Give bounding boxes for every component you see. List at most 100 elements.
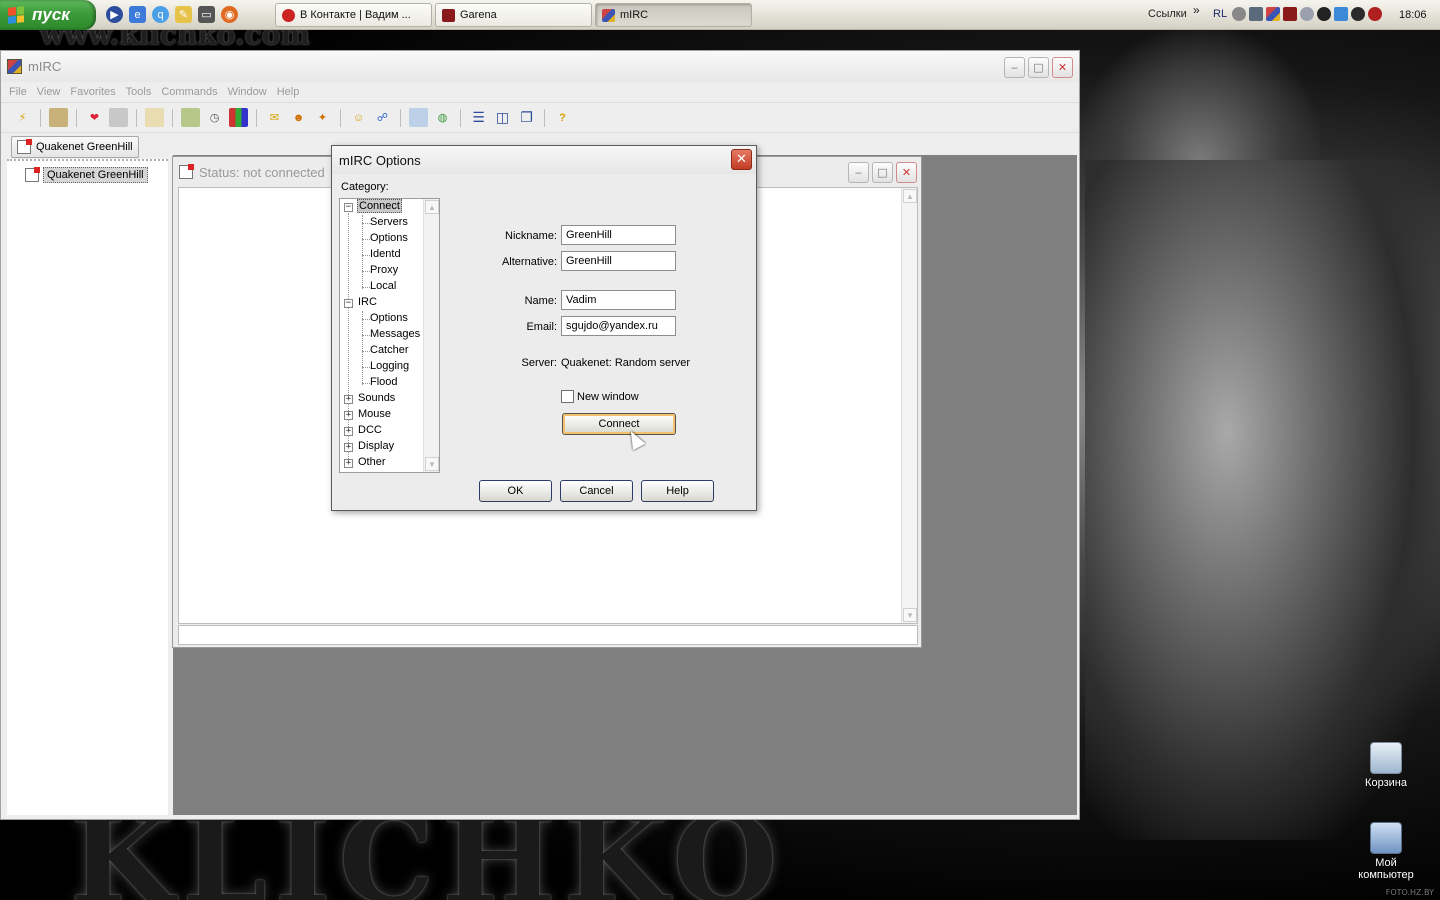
- tree-connect-servers[interactable]: Servers: [370, 216, 408, 228]
- help-button[interactable]: Help: [641, 480, 714, 502]
- tree-connect[interactable]: Connect: [357, 199, 402, 213]
- scroll-up-icon[interactable]: ▲: [425, 200, 439, 214]
- tree-irc-flood[interactable]: Flood: [370, 376, 398, 388]
- tree-sounds[interactable]: Sounds: [358, 392, 395, 404]
- new-window-checkbox-row[interactable]: New window: [561, 390, 639, 403]
- task-mirc[interactable]: mIRC: [595, 3, 752, 27]
- dialog-close-button[interactable]: ✕: [731, 149, 752, 170]
- collapse-icon[interactable]: −: [344, 203, 353, 212]
- expand-icon[interactable]: +: [344, 395, 353, 404]
- options-icon[interactable]: [49, 108, 68, 127]
- channels-list-icon[interactable]: [181, 108, 200, 127]
- treebar-item-status[interactable]: Quakenet GreenHill: [25, 167, 148, 183]
- tree-mouse[interactable]: Mouse: [358, 408, 391, 420]
- menu-favorites[interactable]: Favorites: [70, 86, 115, 98]
- tree-irc-catcher[interactable]: Catcher: [370, 344, 409, 356]
- tray-antivirus-icon[interactable]: [1317, 7, 1331, 21]
- switchbar-status-button[interactable]: Quakenet GreenHill: [11, 135, 139, 158]
- tray-speaker-icon[interactable]: [1300, 7, 1314, 21]
- maximize-button[interactable]: □: [1028, 57, 1049, 78]
- tray-bug-icon[interactable]: [1351, 7, 1365, 21]
- status-close-button[interactable]: ✕: [896, 162, 917, 183]
- connect-button[interactable]: Connect: [562, 413, 676, 435]
- tree-irc[interactable]: IRC: [358, 296, 377, 308]
- menu-help[interactable]: Help: [277, 86, 300, 98]
- tile-vertical-icon[interactable]: ◫: [493, 108, 512, 127]
- clock[interactable]: 18:06: [1399, 9, 1427, 21]
- tree-connect-proxy[interactable]: Proxy: [370, 264, 398, 276]
- tray-shield-icon[interactable]: [1368, 7, 1382, 21]
- dcc-send-icon[interactable]: ✉: [265, 108, 284, 127]
- status-scrollbar[interactable]: ▲ ▼: [901, 188, 917, 623]
- language-indicator[interactable]: RL: [1213, 8, 1227, 20]
- scroll-up-icon[interactable]: ▲: [903, 189, 917, 203]
- tree-irc-logging[interactable]: Logging: [370, 360, 409, 372]
- menu-view[interactable]: View: [37, 86, 61, 98]
- menu-tools[interactable]: Tools: [126, 86, 152, 98]
- start-button[interactable]: пуск: [0, 0, 96, 30]
- timer-clock-icon[interactable]: ◷: [205, 108, 224, 127]
- tree-display[interactable]: Display: [358, 440, 394, 452]
- colors-icon[interactable]: [229, 108, 248, 127]
- category-scrollbar[interactable]: ▲ ▼: [423, 199, 439, 472]
- tree-dcc[interactable]: DCC: [358, 424, 382, 436]
- scroll-down-icon[interactable]: ▼: [425, 457, 439, 471]
- scripts-editor-icon[interactable]: [145, 108, 164, 127]
- help-question-icon[interactable]: ?: [553, 108, 572, 127]
- nickname-field[interactable]: [561, 225, 676, 245]
- tree-other[interactable]: Other: [358, 456, 386, 468]
- received-files-icon[interactable]: [409, 108, 428, 127]
- expand-icon[interactable]: +: [344, 427, 353, 436]
- logs-icon[interactable]: ◍: [433, 108, 452, 127]
- favorites-heart-icon[interactable]: ❤: [85, 108, 104, 127]
- tree-connect-identd[interactable]: Identd: [370, 248, 401, 260]
- firefox-icon[interactable]: ◉: [221, 6, 238, 23]
- close-button[interactable]: ✕: [1052, 57, 1073, 78]
- tile-horizontal-icon[interactable]: ☰: [469, 108, 488, 127]
- name-field[interactable]: [561, 290, 676, 310]
- notify-icon[interactable]: ☺: [349, 108, 368, 127]
- connect-lightning-icon[interactable]: ⚡: [13, 108, 32, 127]
- links-chevron-icon[interactable]: »: [1193, 3, 1200, 17]
- status-maximize-button[interactable]: □: [872, 162, 893, 183]
- minimize-button[interactable]: ‒: [1004, 57, 1025, 78]
- qip-icon[interactable]: q: [152, 6, 169, 23]
- tree-connect-options[interactable]: Options: [370, 232, 408, 244]
- expand-icon[interactable]: +: [344, 459, 353, 468]
- internet-explorer-icon[interactable]: e: [129, 6, 146, 23]
- new-window-checkbox[interactable]: [561, 390, 574, 403]
- url-list-icon[interactable]: ☍: [373, 108, 392, 127]
- tray-mirc-icon[interactable]: [1266, 7, 1280, 21]
- tray-network-icon[interactable]: [1249, 7, 1263, 21]
- links-toolbar[interactable]: Ссылки: [1148, 8, 1187, 20]
- tree-irc-messages[interactable]: Messages: [370, 328, 420, 340]
- desktop-my-computer[interactable]: Мой компьютер: [1351, 822, 1421, 881]
- collapse-icon[interactable]: −: [344, 299, 353, 308]
- menu-file[interactable]: File: [9, 86, 27, 98]
- status-minimize-button[interactable]: ‒: [848, 162, 869, 183]
- tree-irc-options[interactable]: Options: [370, 312, 408, 324]
- alternative-field[interactable]: [561, 251, 676, 271]
- tray-arrow-icon[interactable]: [1232, 7, 1246, 21]
- status-command-input[interactable]: [178, 625, 918, 645]
- task-vkontakte[interactable]: В Контакте | Вадим ...: [275, 3, 432, 27]
- tray-messenger-icon[interactable]: [1334, 7, 1348, 21]
- address-book-icon[interactable]: [109, 108, 128, 127]
- dcc-chat-icon[interactable]: ☻: [289, 108, 308, 127]
- email-field[interactable]: [561, 316, 676, 336]
- task-garena[interactable]: Garena: [435, 3, 592, 27]
- pencil-icon[interactable]: ✎: [175, 6, 192, 23]
- expand-icon[interactable]: +: [344, 411, 353, 420]
- monitor-icon[interactable]: ▭: [198, 6, 215, 23]
- cascade-icon[interactable]: ❐: [517, 108, 536, 127]
- expand-icon[interactable]: +: [344, 443, 353, 452]
- cancel-button[interactable]: Cancel: [560, 480, 633, 502]
- media-player-icon[interactable]: ▶: [106, 6, 123, 23]
- scroll-down-icon[interactable]: ▼: [903, 608, 917, 622]
- ok-button[interactable]: OK: [479, 480, 552, 502]
- dcc-options-icon[interactable]: ✦: [313, 108, 332, 127]
- dialog-titlebar[interactable]: mIRC Options: [332, 146, 756, 174]
- mirc-titlebar[interactable]: mIRC ‒ □ ✕: [1, 51, 1079, 82]
- menu-commands[interactable]: Commands: [161, 86, 217, 98]
- tree-connect-local[interactable]: Local: [370, 280, 396, 292]
